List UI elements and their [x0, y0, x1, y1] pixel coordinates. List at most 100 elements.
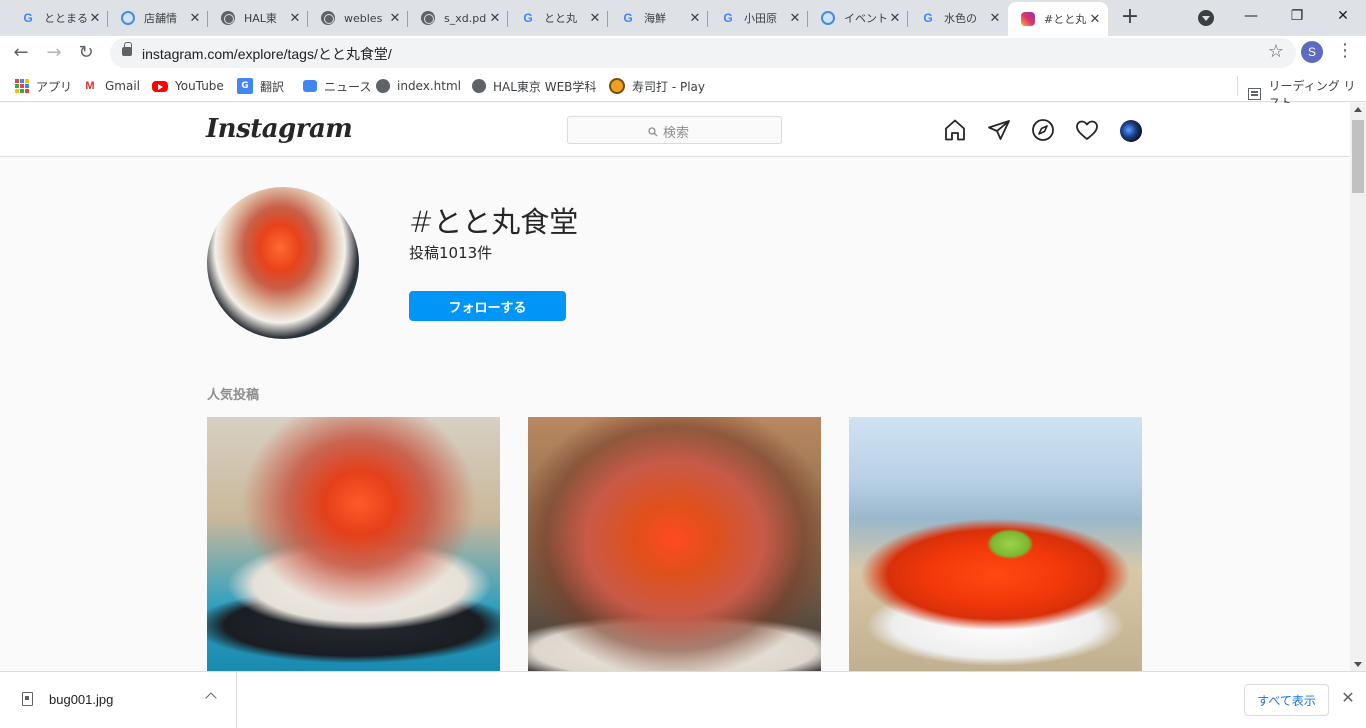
post-thumbnail-2[interactable] — [528, 417, 821, 671]
tab-title: HAL東 — [244, 12, 277, 25]
direct-message-icon[interactable] — [987, 118, 1011, 142]
close-icon[interactable]: ✕ — [288, 11, 302, 26]
url-text[interactable]: instagram.com/explore/tags/とと丸食堂/ — [142, 44, 392, 64]
tab-8[interactable]: G 小田原 ✕ — [708, 4, 808, 32]
tab-strip: G ととまる ✕ 店舗情 ✕ HAL東 ✕ webles ✕ s_xd.pd ✕… — [0, 0, 1366, 36]
bookmark-youtube[interactable]: YouTube — [152, 77, 224, 95]
scroll-thumb[interactable] — [1352, 120, 1364, 193]
bookmark-hal-web[interactable]: HAL東京 WEB学科 — [472, 77, 596, 95]
profile-avatar[interactable]: S — [1301, 41, 1323, 63]
bookmark-label: 翻訳 — [260, 79, 285, 94]
tab-title: 水色の — [944, 12, 977, 25]
bookmark-label: index.html — [397, 79, 461, 93]
back-button[interactable]: ← — [7, 40, 35, 68]
tab-4[interactable]: webles ✕ — [308, 4, 408, 32]
bookmark-label: YouTube — [175, 79, 224, 93]
instagram-header: Instagram 検索 — [0, 103, 1350, 157]
kebab-menu-icon[interactable]: ⋮ — [1336, 40, 1354, 64]
bookmark-index-html[interactable]: index.html — [376, 77, 461, 95]
instagram-logo[interactable]: Instagram — [206, 114, 353, 144]
tab-10[interactable]: G 水色の ✕ — [908, 4, 1008, 32]
user-avatar[interactable] — [1120, 120, 1142, 142]
show-all-downloads-button[interactable]: すべて表示 — [1244, 684, 1329, 716]
hal-globe-icon — [120, 10, 136, 26]
search-box[interactable]: 検索 — [567, 116, 782, 144]
lock-icon[interactable] — [122, 42, 132, 56]
google-icon: G — [623, 11, 633, 25]
top-posts-heading: 人気投稿 — [207, 388, 260, 403]
close-icon[interactable]: ✕ — [488, 11, 502, 26]
minimize-button[interactable]: — — [1228, 4, 1274, 28]
post-thumbnail-1[interactable] — [207, 417, 500, 671]
bookmark-translate[interactable]: G 翻訳 — [237, 77, 284, 95]
tab-9[interactable]: イベント ✕ — [808, 4, 908, 32]
tab-1[interactable]: G ととまる ✕ — [8, 4, 108, 32]
close-icon[interactable]: ✕ — [688, 11, 702, 26]
scroll-down-arrow-icon[interactable] — [1354, 662, 1362, 667]
hashtag-title: #とと丸食堂 — [409, 205, 579, 239]
post-thumbnail-3[interactable] — [849, 417, 1142, 671]
tab-6[interactable]: G とと丸 ✕ — [508, 4, 608, 32]
globe-icon — [220, 10, 236, 26]
tab-title: s_xd.pd — [444, 11, 487, 25]
page-scrollbar[interactable] — [1350, 103, 1366, 671]
tab-title: 海鮮 — [644, 12, 666, 25]
close-icon[interactable]: ✕ — [388, 11, 402, 26]
tab-title: 店舗情 — [144, 12, 177, 25]
restore-button[interactable]: ❐ — [1274, 4, 1320, 28]
close-icon[interactable]: ✕ — [1088, 12, 1102, 27]
google-icon: G — [523, 11, 533, 25]
globe-icon — [376, 79, 390, 93]
tab-title: イベント — [844, 12, 888, 25]
bookmark-gmail[interactable]: M Gmail — [82, 77, 140, 95]
reload-button[interactable]: ↻ — [72, 40, 100, 68]
browser-toolbar: ← → ↻ instagram.com/explore/tags/とと丸食堂/ … — [0, 36, 1366, 70]
tab-search-icon[interactable] — [1198, 10, 1214, 26]
sushida-icon — [609, 78, 625, 94]
follow-button[interactable]: フォローする — [409, 291, 566, 321]
close-icon[interactable]: ✕ — [788, 11, 802, 26]
bookmark-label: 寿司打 - Play — [632, 79, 705, 94]
tab-7[interactable]: G 海鮮 ✕ — [608, 4, 708, 32]
tab-title: ととまる — [44, 12, 88, 25]
forward-button[interactable]: → — [40, 40, 68, 68]
tab-11-active[interactable]: #とと丸 ✕ — [1008, 2, 1108, 36]
globe-icon — [472, 79, 486, 93]
download-item[interactable]: bug001.jpg — [0, 672, 237, 728]
gmail-icon: M — [85, 80, 95, 92]
window-close-button[interactable]: ✕ — [1320, 4, 1366, 28]
download-shelf: bug001.jpg すべて表示 ✕ — [0, 671, 1366, 728]
close-icon[interactable]: ✕ — [88, 11, 102, 26]
bookmark-apps[interactable]: アプリ — [15, 77, 72, 95]
news-icon — [303, 80, 317, 92]
close-icon[interactable]: ✕ — [888, 11, 902, 26]
post-count: 投稿1013件 — [409, 244, 493, 262]
apps-grid-icon — [15, 79, 29, 93]
tab-2[interactable]: 店舗情 ✕ — [108, 4, 208, 32]
bookmark-news[interactable]: ニュース — [303, 77, 371, 95]
tab-5[interactable]: s_xd.pd ✕ — [408, 4, 508, 32]
address-bar[interactable]: instagram.com/explore/tags/とと丸食堂/ ☆ — [110, 38, 1296, 68]
hal-globe-icon — [820, 10, 836, 26]
scroll-up-arrow-icon[interactable] — [1354, 107, 1362, 112]
instagram-icon — [1020, 11, 1036, 27]
google-icon: G — [23, 11, 33, 25]
google-icon: G — [923, 11, 933, 25]
tab-title: 小田原 — [744, 12, 777, 25]
bookmark-star-icon[interactable]: ☆ — [1268, 41, 1284, 62]
explore-compass-icon[interactable] — [1031, 118, 1055, 142]
tab-title: webles — [344, 11, 383, 25]
close-icon[interactable]: ✕ — [988, 11, 1002, 26]
close-icon[interactable]: ✕ — [588, 11, 602, 26]
chevron-up-icon[interactable] — [205, 692, 217, 704]
bookmark-sushida[interactable]: 寿司打 - Play — [609, 77, 705, 95]
home-icon[interactable] — [943, 118, 967, 142]
download-file-name[interactable]: bug001.jpg — [49, 692, 113, 707]
close-shelf-icon[interactable]: ✕ — [1338, 688, 1358, 708]
new-tab-button[interactable]: + — [1118, 6, 1142, 30]
heart-icon[interactable] — [1075, 118, 1099, 142]
close-icon[interactable]: ✕ — [188, 11, 202, 26]
file-icon — [22, 692, 33, 706]
bookmark-divider — [1237, 76, 1238, 96]
tab-3[interactable]: HAL東 ✕ — [208, 4, 308, 32]
